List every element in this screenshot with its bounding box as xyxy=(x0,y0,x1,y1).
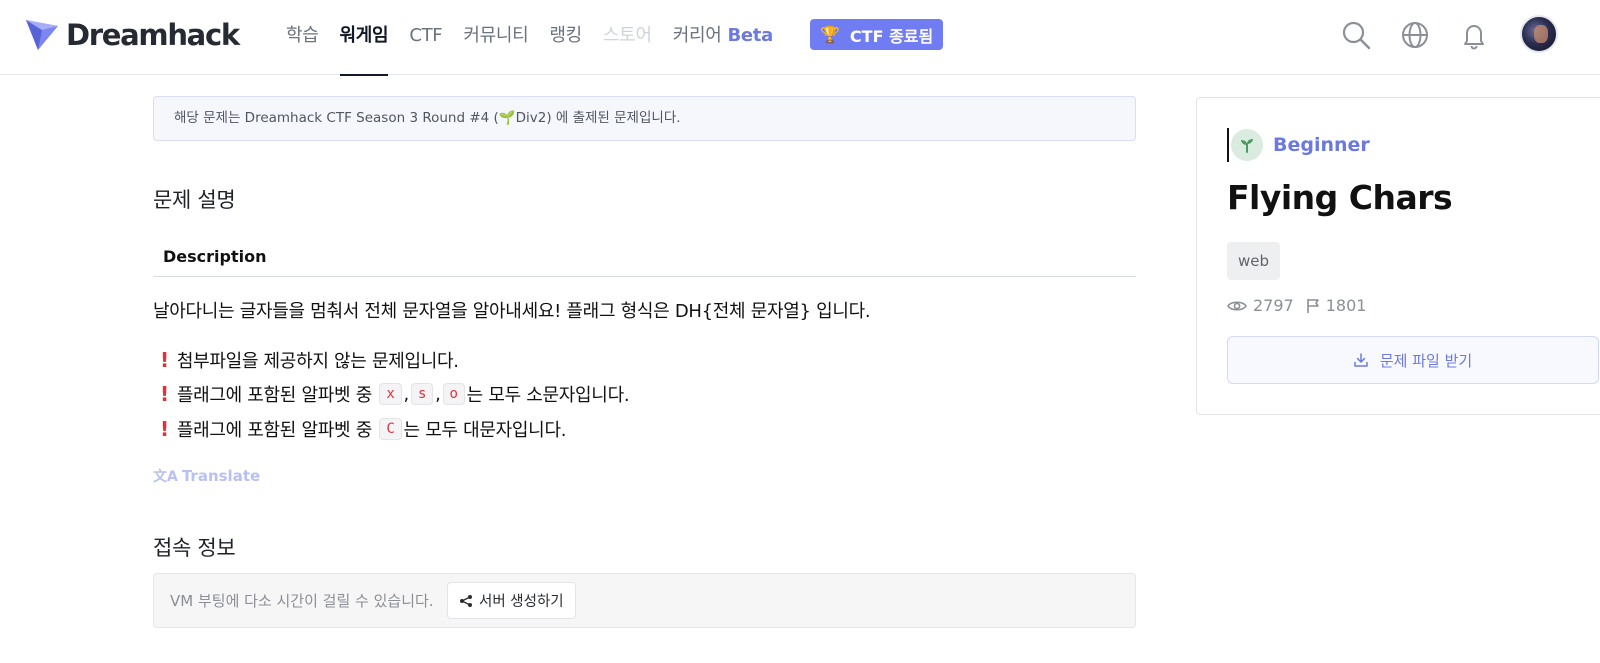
globe-icon[interactable] xyxy=(1400,20,1430,50)
bullet-no-attachment: ! 첨부파일을 제공하지 않는 문제입니다. xyxy=(160,347,459,373)
bell-icon[interactable] xyxy=(1459,20,1489,50)
description-text: 날아다니는 글자들을 멈춰서 전체 문자열을 알아내세요! 플래그 형식은 DH… xyxy=(153,301,871,322)
description-heading: Description xyxy=(153,240,1136,277)
nav-ctf[interactable]: CTF xyxy=(409,0,442,75)
vm-boot-note: VM 부팅에 다소 시간이 걸릴 수 있습니다. xyxy=(170,592,434,610)
create-server-button[interactable]: 서버 생성하기 xyxy=(447,582,576,619)
exclamation-icon: ! xyxy=(160,348,169,372)
exclamation-icon: ! xyxy=(160,417,169,441)
bullet-text: 는 모두 대문자입니다. xyxy=(403,420,567,441)
search-icon[interactable] xyxy=(1341,20,1371,50)
flag-icon xyxy=(1306,298,1319,313)
logo-text: Dreamhack xyxy=(66,18,240,52)
create-server-label: 서버 생성하기 xyxy=(479,594,564,610)
exclamation-icon: ! xyxy=(160,382,169,406)
nav-store[interactable]: 스토어 xyxy=(603,0,652,75)
nav-ranking[interactable]: 랭킹 xyxy=(549,0,582,75)
views-stat: 2797 xyxy=(1227,296,1294,315)
ctf-ended-badge[interactable]: 🏆 CTF 종료됨 xyxy=(810,19,944,50)
solves-stat: 1801 xyxy=(1306,296,1367,315)
sprout-icon xyxy=(1231,129,1263,161)
download-file-label: 문제 파일 받기 xyxy=(1379,351,1473,370)
category-tag[interactable]: web xyxy=(1227,242,1281,280)
bullet-text: 첨부파일을 제공하지 않는 문제입니다. xyxy=(176,351,459,372)
download-file-button[interactable]: 문제 파일 받기 xyxy=(1227,336,1599,384)
nav-community[interactable]: 커뮤니티 xyxy=(463,0,528,75)
bullet-text: 는 모두 소문자입니다. xyxy=(466,385,630,406)
challenge-stats: 2797 1801 xyxy=(1227,296,1378,315)
avatar[interactable] xyxy=(1520,15,1558,53)
text-cursor xyxy=(1227,128,1229,162)
share-icon xyxy=(460,594,472,607)
inline-code: s xyxy=(410,383,434,405)
bullet-uppercase: ! 플래그에 포함된 알파벳 중 C는 모두 대문자입니다. xyxy=(160,416,566,442)
level-label: Beginner xyxy=(1273,134,1370,156)
translate-button[interactable]: 文A Translate xyxy=(153,466,260,486)
nav-career-label: 커리어 xyxy=(672,25,722,46)
challenge-title: Flying Chars xyxy=(1227,178,1453,217)
translate-icon: 文A xyxy=(153,469,178,485)
solves-count: 1801 xyxy=(1325,296,1367,315)
problem-section-title: 문제 설명 xyxy=(153,188,236,212)
bullet-lowercase: ! 플래그에 포함된 알파벳 중 x,s,o는 모두 소문자입니다. xyxy=(160,382,630,406)
dreamhack-logo-icon xyxy=(26,20,58,50)
nav-wargame[interactable]: 워게임 xyxy=(339,0,389,76)
nav-career[interactable]: 커리어 Beta xyxy=(672,0,774,75)
ctf-badge-label: CTF 종료됨 xyxy=(849,26,934,46)
bullet-text: 플래그에 포함된 알파벳 중 xyxy=(176,385,372,406)
challenge-info-card: Beginner Flying Chars web 2797 1801 문제 파… xyxy=(1196,97,1600,415)
connection-info-box: VM 부팅에 다소 시간이 걸릴 수 있습니다. 서버 생성하기 xyxy=(153,573,1136,628)
inline-code: x xyxy=(379,383,402,405)
level-indicator: Beginner xyxy=(1227,128,1370,162)
download-icon xyxy=(1354,353,1368,367)
dreamhack-logo[interactable]: Dreamhack xyxy=(24,17,240,53)
description-heading-label: Description xyxy=(163,247,267,266)
beta-label: Beta xyxy=(727,25,773,46)
main-nav: 학습 워게임 CTF 커뮤니티 랭킹 스토어 커리어 Beta xyxy=(286,0,794,76)
nav-learn[interactable]: 학습 xyxy=(286,0,319,75)
trophy-icon: 🏆 xyxy=(820,25,840,44)
views-count: 2797 xyxy=(1253,296,1294,315)
eye-icon xyxy=(1227,300,1247,311)
inline-code: o xyxy=(442,383,465,405)
bullet-text: 플래그에 포함된 알파벳 중 xyxy=(176,420,372,441)
top-header: Dreamhack 학습 워게임 CTF 커뮤니티 랭킹 스토어 커리어 Beta… xyxy=(0,0,1600,76)
inline-code: C xyxy=(379,418,402,440)
translate-label: Translate xyxy=(181,467,261,485)
ctf-notice-banner: 해당 문제는 Dreamhack CTF Season 3 Round #4 (… xyxy=(153,96,1136,141)
connection-section-title: 접속 정보 xyxy=(153,536,236,560)
